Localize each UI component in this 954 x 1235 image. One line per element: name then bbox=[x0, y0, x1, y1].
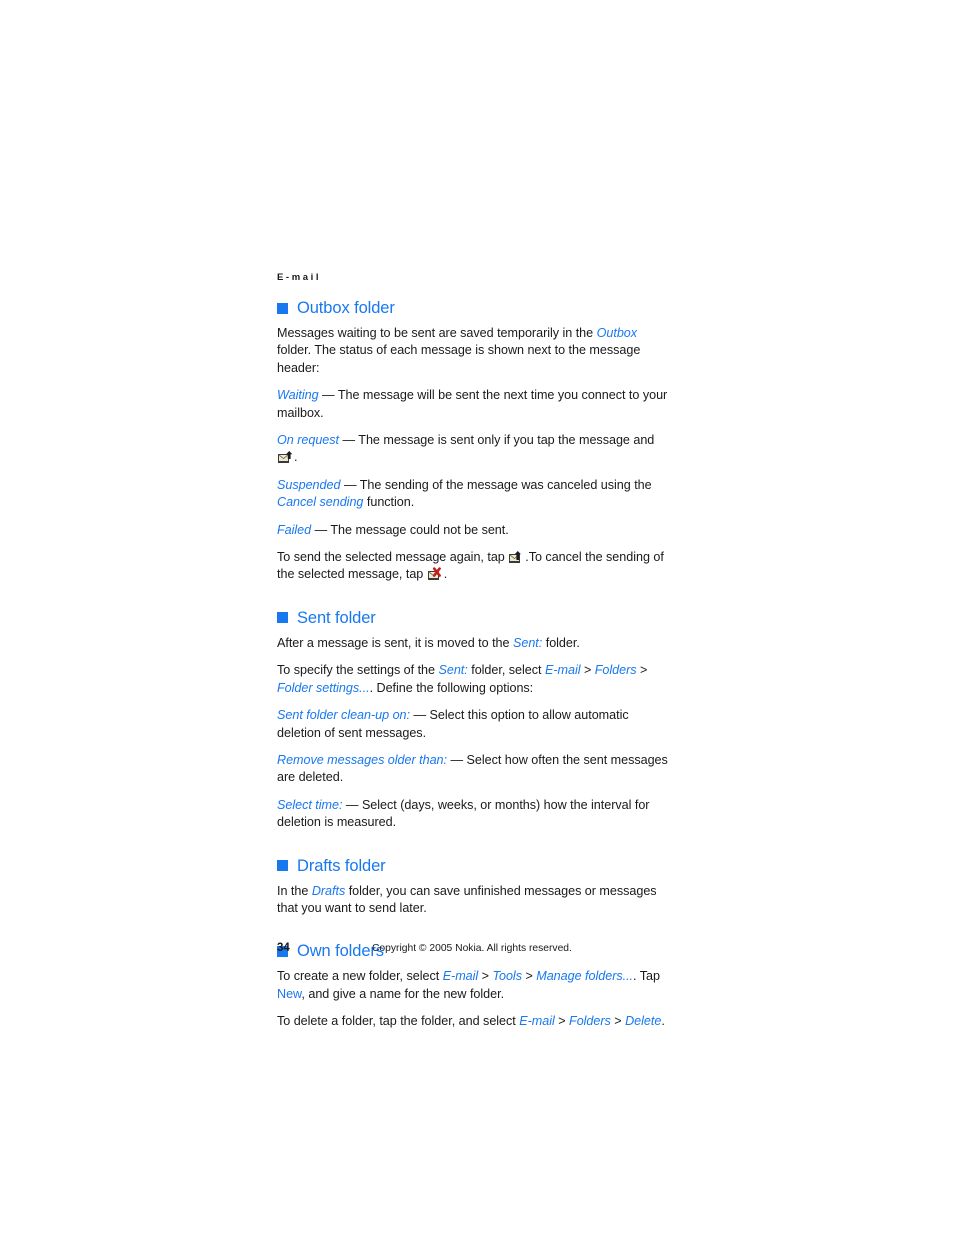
outbox-send-cancel-paragraph: To send the selected message again, tap … bbox=[277, 549, 669, 584]
ui-term-email: E-mail bbox=[544, 663, 581, 678]
ui-term-new: New bbox=[277, 986, 302, 1001]
section-heading-label: Drafts folder bbox=[297, 856, 386, 875]
ui-term-waiting: Waiting bbox=[277, 388, 319, 403]
section-heading-drafts-folder: Drafts folder bbox=[277, 856, 669, 876]
text-run: . bbox=[294, 450, 298, 465]
text-run: folder. bbox=[542, 635, 580, 650]
section-heading-outbox-folder: Outbox folder bbox=[277, 298, 669, 318]
ui-term-tools: Tools bbox=[492, 969, 522, 984]
sent-cleanup-paragraph: Sent folder clean-up on: — Select this o… bbox=[277, 707, 669, 742]
ui-term-suspended: Suspended bbox=[277, 477, 341, 492]
text-run: After a message is sent, it is moved to … bbox=[277, 635, 513, 650]
text-run: function. bbox=[363, 495, 415, 510]
ui-term-folders: Folders bbox=[594, 663, 637, 678]
text-run: folder. The status of each message is sh… bbox=[277, 343, 641, 375]
ui-term-failed: Failed bbox=[277, 522, 312, 537]
ui-term-delete: Delete bbox=[625, 1014, 662, 1029]
text-run: — The message could not be sent. bbox=[311, 522, 509, 537]
section-heading-label: Outbox folder bbox=[297, 299, 395, 317]
document-page-content: E-mail Outbox folder Messages waiting to… bbox=[277, 272, 669, 1041]
text-run: , and give a name for the new folder. bbox=[301, 986, 505, 1001]
square-bullet-icon bbox=[277, 860, 288, 872]
copyright-notice: Copyright © 2005 Nokia. All rights reser… bbox=[372, 943, 572, 954]
square-bullet-icon bbox=[277, 612, 288, 624]
section-heading-sent-folder: Sent folder bbox=[277, 608, 669, 628]
outbox-status-on-request-paragraph: On request — The message is sent only if… bbox=[277, 432, 669, 467]
section-heading-label: Sent folder bbox=[297, 608, 376, 627]
ui-term-on-request: On request bbox=[277, 433, 340, 448]
text-run: . bbox=[443, 567, 448, 582]
own-folders-create-paragraph: To create a new folder, select E-mail > … bbox=[277, 968, 669, 1003]
text-run: — The sending of the message was cancele… bbox=[340, 477, 652, 492]
text-run: . Tap bbox=[633, 969, 660, 984]
ui-term-email: E-mail bbox=[519, 1014, 555, 1029]
envelope-red-x-icon bbox=[427, 567, 443, 581]
page-number: 34 bbox=[277, 942, 290, 954]
own-folders-delete-paragraph: To delete a folder, tap the folder, and … bbox=[277, 1013, 669, 1030]
outbox-intro-paragraph: Messages waiting to be sent are saved te… bbox=[277, 325, 669, 377]
path-separator: > bbox=[554, 1014, 570, 1029]
text-run: To send the selected message again, tap bbox=[277, 550, 509, 565]
ui-term-sent: Sent: bbox=[438, 663, 468, 678]
square-bullet-icon bbox=[277, 302, 288, 314]
ui-term-outbox: Outbox bbox=[596, 326, 638, 340]
ui-term-select-time: Select time: bbox=[277, 797, 343, 812]
path-separator: > bbox=[478, 969, 493, 984]
ui-term-manage-folders: Manage folders... bbox=[536, 969, 634, 984]
outbox-status-waiting-paragraph: Waiting — The message will be sent the n… bbox=[277, 387, 669, 422]
page-footer: 34 Copyright © 2005 Nokia. All rights re… bbox=[277, 941, 669, 957]
ui-term-sent-folder-clean-up-on: Sent folder clean-up on: bbox=[277, 708, 411, 723]
sent-specify-settings-paragraph: To specify the settings of the Sent: fol… bbox=[277, 662, 669, 697]
path-separator: > bbox=[610, 1014, 626, 1029]
text-run: folder, select bbox=[467, 663, 545, 678]
text-run: To create a new folder, select bbox=[277, 969, 443, 984]
ui-term-folders: Folders bbox=[569, 1014, 611, 1029]
text-run: To specify the settings of the bbox=[277, 663, 439, 678]
ui-term-folder-settings: Folder settings... bbox=[277, 680, 370, 695]
text-run: — The message will be sent the next time… bbox=[277, 388, 668, 420]
text-run: . bbox=[661, 1014, 665, 1029]
ui-term-remove-messages-older-than: Remove messages older than: bbox=[277, 752, 447, 767]
outbox-status-failed-paragraph: Failed — The message could not be sent. bbox=[277, 522, 669, 539]
drafts-description-paragraph: In the Drafts folder, you can save unfin… bbox=[277, 883, 669, 918]
ui-term-cancel-sending: Cancel sending bbox=[277, 495, 364, 510]
sent-select-time-paragraph: Select time: — Select (days, weeks, or m… bbox=[277, 797, 669, 832]
text-run: In the bbox=[277, 883, 312, 898]
path-separator: > bbox=[521, 969, 537, 984]
text-run: . Define the following options: bbox=[369, 680, 534, 695]
text-run: To delete a folder, tap the folder, and … bbox=[277, 1014, 520, 1029]
path-separator: > bbox=[636, 663, 648, 678]
ui-term-email: E-mail bbox=[442, 969, 479, 984]
running-header: E-mail bbox=[277, 272, 322, 283]
text-run: Messages waiting to be sent are saved te… bbox=[277, 326, 597, 340]
ui-term-sent: Sent: bbox=[512, 635, 543, 650]
envelope-up-arrow-icon bbox=[509, 550, 524, 564]
ui-term-drafts: Drafts bbox=[311, 883, 346, 898]
sent-moved-paragraph: After a message is sent, it is moved to … bbox=[277, 635, 669, 652]
envelope-up-arrow-icon bbox=[278, 450, 293, 464]
path-separator: > bbox=[580, 663, 595, 678]
sent-remove-older-paragraph: Remove messages older than: — Select how… bbox=[277, 752, 669, 787]
outbox-status-suspended-paragraph: Suspended — The sending of the message w… bbox=[277, 477, 669, 512]
text-run: — The message is sent only if you tap th… bbox=[339, 433, 655, 448]
